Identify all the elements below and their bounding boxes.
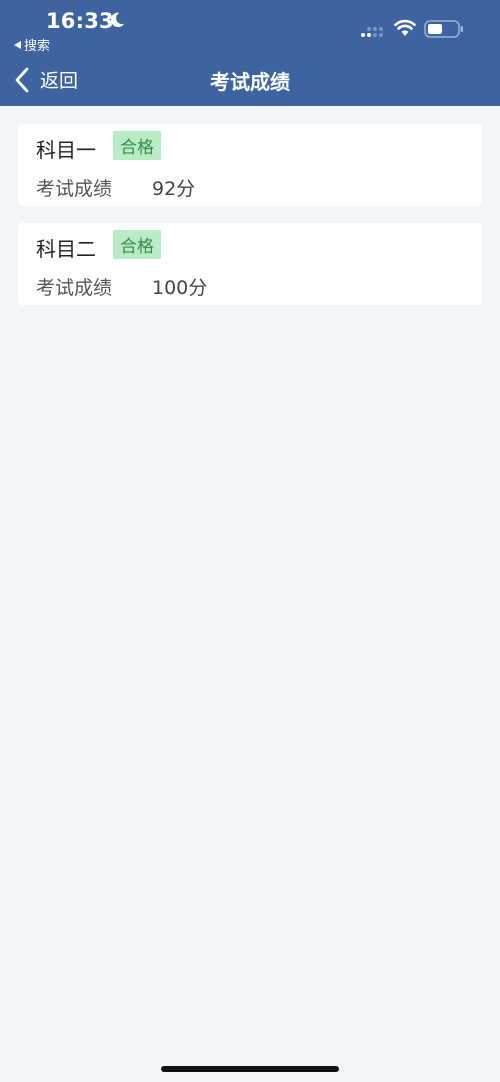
result-card: 科目一 合格 考试成绩 92分: [18, 124, 482, 206]
result-card: 科目二 合格 考试成绩 100分: [18, 223, 482, 305]
wifi-icon: [394, 19, 416, 36]
status-badge: 合格: [113, 230, 161, 259]
subject-name: 科目二: [36, 237, 96, 261]
screen: 16:33 搜索 返回 考试成绩 科目一 合格 考试成绩 92分 科目二 合格 …: [0, 0, 500, 1082]
score-label: 考试成绩: [36, 277, 113, 299]
moon-icon: [110, 12, 125, 28]
signal-icon: [361, 27, 383, 37]
page-title: 考试成绩: [210, 70, 290, 94]
status-time: 16:33: [46, 9, 114, 33]
battery-icon: [424, 20, 463, 38]
back-app-label: 搜索: [24, 39, 51, 54]
score-value: 100分: [152, 277, 208, 299]
score-label: 考试成绩: [36, 178, 113, 200]
status-badge: 合格: [113, 131, 161, 160]
back-to-search-app[interactable]: 搜索: [14, 35, 50, 54]
score-value: 92分: [152, 178, 196, 200]
home-indicator[interactable]: [161, 1066, 339, 1072]
header: 16:33 搜索 返回 考试成绩: [0, 0, 500, 106]
subject-name: 科目一: [36, 138, 96, 162]
back-triangle-icon: [14, 40, 21, 49]
